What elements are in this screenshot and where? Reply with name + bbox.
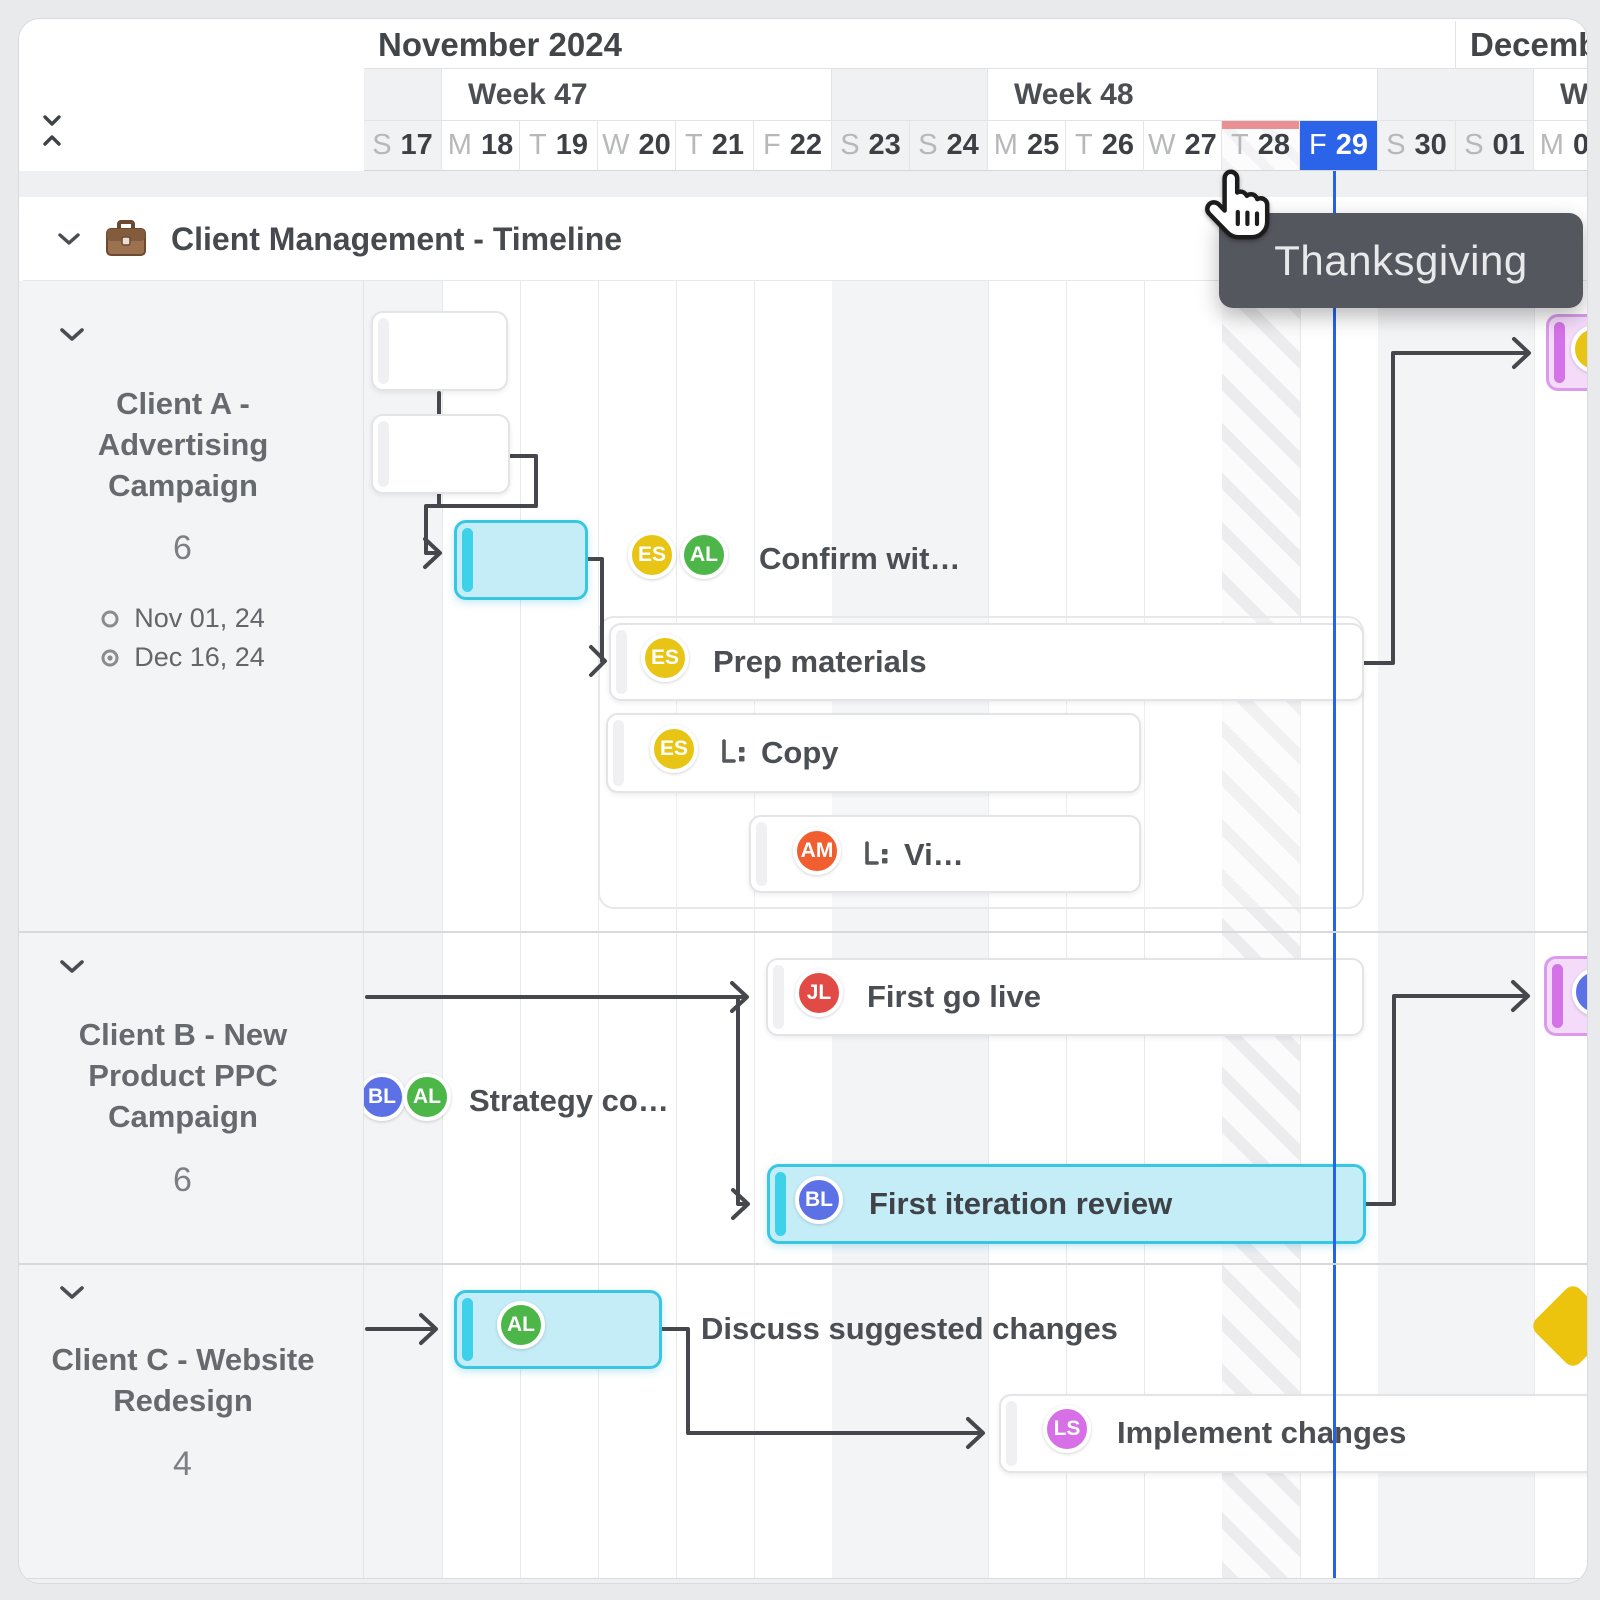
week-header-blank: [364, 69, 442, 121]
task-drag-handle[interactable]: [616, 630, 627, 694]
gantt-app: November 2024 December 2024 Week 47 Week…: [0, 0, 1600, 1600]
avatar: AL: [497, 1301, 545, 1349]
avatar: LS: [1043, 1405, 1091, 1453]
avatar: AM: [793, 827, 841, 875]
day-header-mon02[interactable]: M02: [1534, 121, 1588, 171]
week-header-blank: [1378, 69, 1534, 121]
project-collapse-icon[interactable]: [57, 232, 81, 246]
task-label: Copy: [761, 725, 839, 781]
task-drag-handle[interactable]: [378, 318, 389, 384]
task-label: Strategy co…: [469, 1073, 669, 1129]
week-header-49: Week 49: [1534, 69, 1588, 121]
day-header-wed27[interactable]: W27: [1144, 121, 1222, 171]
task-drag-handle[interactable]: [462, 528, 473, 592]
task-bar-first-go-live[interactable]: [766, 958, 1364, 1036]
task-drag-handle[interactable]: [1006, 1401, 1017, 1466]
day-header-sat23[interactable]: S23: [832, 121, 910, 171]
holiday-column-hatch: [1222, 281, 1300, 1578]
task-drag-handle[interactable]: [613, 720, 624, 786]
day-header-thu28-holiday[interactable]: T28: [1222, 121, 1300, 171]
task-label: Implement changes: [1117, 1405, 1406, 1461]
subtask-icon: [718, 738, 748, 768]
task-bar-discuss-changes[interactable]: [454, 1290, 662, 1369]
section-title-client-b: Client B - New Product PPC Campaign: [33, 1014, 333, 1137]
day-header-sun17[interactable]: S17: [364, 121, 442, 171]
month-header-december: December 2024: [1456, 21, 1588, 69]
day-header-thu21[interactable]: T21: [676, 121, 754, 171]
section-task-count: 6: [18, 1161, 364, 1200]
weekend-column: [1378, 281, 1456, 1578]
today-line: [1333, 171, 1336, 1578]
end-date-row: Dec 16, 24: [100, 642, 265, 673]
day-header-mon25[interactable]: M25: [988, 121, 1066, 171]
task-bar-unlabeled-1[interactable]: [371, 311, 508, 391]
section-dates: Nov 01, 24 Dec 16, 24: [18, 603, 364, 673]
day-header-tue26[interactable]: T26: [1066, 121, 1144, 171]
task-label: Prep materials: [713, 634, 927, 690]
day-header-fri22[interactable]: F22: [754, 121, 832, 171]
weekend-column: [1456, 281, 1534, 1578]
day-header-wed20[interactable]: W20: [598, 121, 676, 171]
day-header-sun01[interactable]: S01: [1456, 121, 1534, 171]
day-header-mon18[interactable]: M18: [442, 121, 520, 171]
section-task-count: 6: [18, 529, 364, 568]
section-separator: [18, 1263, 1588, 1265]
start-date-icon: [100, 609, 120, 629]
section-collapse-icon-client-a[interactable]: [59, 327, 85, 343]
weekend-column: [910, 281, 988, 1578]
day-header-sun24[interactable]: S24: [910, 121, 988, 171]
task-bar-unlabeled-2[interactable]: [371, 414, 510, 494]
avatar: AL: [403, 1073, 451, 1121]
week-header-47: Week 47: [442, 69, 832, 121]
avatar: BL: [358, 1073, 406, 1121]
task-drag-handle[interactable]: [1554, 322, 1565, 383]
end-date-icon: [100, 648, 120, 668]
gantt-card: November 2024 December 2024 Week 47 Week…: [18, 18, 1588, 1584]
section-collapse-icon-client-c[interactable]: [59, 1285, 85, 1301]
task-drag-handle[interactable]: [378, 421, 389, 487]
avatar: AL: [680, 531, 728, 579]
task-drag-handle[interactable]: [462, 1298, 473, 1361]
day-header-sat30[interactable]: S30: [1378, 121, 1456, 171]
avatar: ES: [628, 531, 676, 579]
day-header-fri29-today[interactable]: F29: [1300, 121, 1378, 171]
avatar: ES: [650, 725, 698, 773]
task-label: First go live: [867, 969, 1041, 1025]
avatar: ES: [641, 634, 689, 682]
week-header-blank: [832, 69, 988, 121]
task-label: Vi…: [904, 827, 964, 883]
bottom-scroll-area[interactable]: [18, 1578, 1588, 1584]
collapse-all-icon[interactable]: [41, 113, 63, 149]
task-bar-confirm[interactable]: [454, 520, 588, 600]
hand-cursor: [1203, 167, 1275, 251]
task-label: Discuss suggested changes: [701, 1301, 1118, 1357]
task-drag-handle[interactable]: [1552, 964, 1563, 1028]
section-task-count: 4: [18, 1445, 364, 1484]
section-collapse-icon-client-b[interactable]: [59, 959, 85, 975]
month-header-november: November 2024: [364, 21, 1456, 69]
task-drag-handle[interactable]: [756, 822, 767, 886]
project-title: Client Management - Timeline: [171, 221, 622, 258]
avatar: JL: [795, 969, 843, 1017]
briefcase-icon: [105, 220, 147, 258]
day-header-tue19[interactable]: T19: [520, 121, 598, 171]
section-title-client-c: Client C - Website Redesign: [33, 1339, 333, 1421]
avatar: BL: [795, 1176, 843, 1224]
subtask-icon: [861, 840, 891, 870]
task-drag-handle[interactable]: [775, 1172, 786, 1236]
section-separator: [18, 931, 1588, 933]
section-title-client-a: Client A - Advertising Campaign: [33, 383, 333, 506]
task-label: Confirm wit…: [759, 531, 961, 587]
weekend-column: [832, 281, 910, 1578]
task-label: First iteration review: [869, 1176, 1172, 1232]
week-header-48: Week 48: [988, 69, 1378, 121]
start-date-row: Nov 01, 24: [100, 603, 265, 634]
header-gap: [18, 171, 1588, 197]
task-drag-handle[interactable]: [773, 965, 784, 1029]
